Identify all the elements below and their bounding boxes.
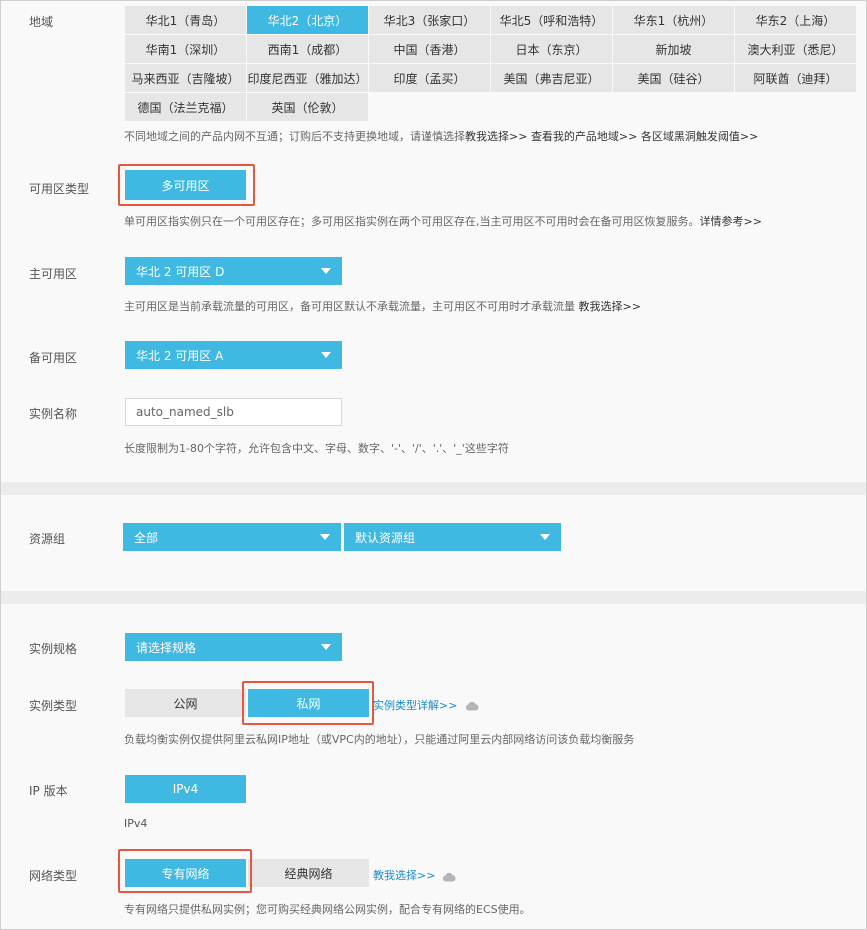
primary-zone-value: 华北 2 可用区 D	[136, 264, 225, 279]
primary-zone-hint-text: 主可用区是当前承载流量的可用区，备可用区默认不承载流量，主可用区不可用时才承载流…	[124, 300, 575, 313]
primary-zone-hint: 主可用区是当前承载流量的可用区，备可用区默认不承载流量，主可用区不可用时才承载流…	[124, 298, 641, 314]
resource-group-select-default-value: 默认资源组	[355, 530, 416, 545]
region-option[interactable]: 德国（法兰克福）	[125, 93, 246, 121]
multi-zone-button[interactable]: 多可用区	[125, 170, 246, 200]
instance-type-label: 实例类型	[29, 699, 78, 713]
cloud-icon	[465, 701, 479, 711]
zone-detail-link[interactable]: 详情参考>>	[700, 215, 762, 228]
instance-type-private-button[interactable]: 私网	[248, 689, 369, 717]
basic-config-section: 地域 华北1（青岛） 华北2（北京） 华北3（张家口） 华北5（呼和浩特） 华东1（杭州…	[1, 1, 866, 482]
resource-group-label: 资源组	[29, 532, 66, 546]
primary-zone-select[interactable]: 华北 2 可用区 D	[125, 257, 342, 285]
instance-spec-label: 实例规格	[29, 642, 78, 656]
backup-zone-label: 备可用区	[29, 351, 78, 365]
region-option[interactable]: 美国（硅谷）	[613, 64, 734, 92]
instance-name-hint: 长度限制为1-80个字符，允许包含中文、字母、数字、'-'、'/'、'.'、'_…	[124, 442, 509, 455]
region-option[interactable]: 华北3（张家口）	[369, 6, 490, 34]
ipv4-button[interactable]: IPv4	[125, 775, 246, 803]
network-type-label: 网络类型	[29, 869, 78, 883]
chevron-down-icon	[321, 352, 331, 358]
blackhole-threshold-link[interactable]: 各区域黑洞触发阈值>>	[641, 130, 758, 143]
zone-type-hint: 单可用区指实例只在一个可用区存在；多可用区指实例在两个可用区存在,当主可用区不可…	[124, 213, 762, 229]
primary-zone-label: 主可用区	[29, 267, 78, 281]
zone-type-label: 可用区类型	[29, 182, 90, 196]
instance-type-public-button[interactable]: 公网	[125, 689, 246, 717]
resource-group-select-default[interactable]: 默认资源组	[344, 523, 561, 551]
chevron-down-icon	[321, 268, 331, 274]
resource-group-section: 资源组 全部 默认资源组	[1, 495, 866, 591]
region-option[interactable]: 华北1（青岛）	[125, 6, 246, 34]
region-label: 地域	[29, 15, 54, 29]
network-teach-link[interactable]: 教我选择>>	[373, 867, 435, 883]
region-option[interactable]: 印度尼西亚（雅加达）	[247, 64, 368, 92]
region-hint-text: 不同地域之间的产品内网不互通；订购后不支持更换地域，请谨慎选择	[124, 130, 465, 143]
chevron-down-icon	[540, 534, 550, 540]
instance-spec-select[interactable]: 请选择规格	[125, 633, 342, 661]
resource-group-select-all[interactable]: 全部	[123, 523, 341, 551]
cloud-icon	[442, 872, 456, 882]
region-option[interactable]: 日本（东京）	[491, 35, 612, 63]
region-option[interactable]: 华南1（深圳）	[125, 35, 246, 63]
ip-version-label: IP 版本	[29, 784, 68, 798]
backup-zone-value: 华北 2 可用区 A	[136, 348, 224, 363]
region-option[interactable]: 澳大利亚（悉尼）	[735, 35, 856, 63]
instance-config-section: 实例规格 请选择规格 实例类型 公网 私网 实例类型详解>> 负载均衡实例仅提供…	[1, 604, 866, 929]
chevron-down-icon	[320, 534, 330, 540]
region-option[interactable]: 华北5（呼和浩特）	[491, 6, 612, 34]
region-option[interactable]: 马来西亚（吉隆坡）	[125, 64, 246, 92]
region-option[interactable]: 华东2（上海）	[735, 6, 856, 34]
region-option[interactable]: 新加坡	[613, 35, 734, 63]
ip-version-value: IPv4	[124, 817, 148, 830]
instance-name-label: 实例名称	[29, 407, 78, 421]
region-teach-link[interactable]: 教我选择>>	[465, 130, 527, 143]
region-option[interactable]: 美国（弗吉尼亚）	[491, 64, 612, 92]
region-option[interactable]: 印度（孟买）	[369, 64, 490, 92]
instance-type-hint: 负载均衡实例仅提供阿里云私网IP地址（或VPC内的地址），只能通过阿里云内部网络…	[124, 733, 635, 746]
instance-type-detail-link[interactable]: 实例类型详解>>	[373, 697, 457, 713]
network-vpc-button[interactable]: 专有网络	[125, 859, 246, 887]
network-classic-button[interactable]: 经典网络	[248, 859, 369, 887]
region-option[interactable]: 西南1（成都）	[247, 35, 368, 63]
region-hint: 不同地域之间的产品内网不互通；订购后不支持更换地域，请谨慎选择教我选择>> 查看…	[124, 128, 758, 144]
instance-spec-value: 请选择规格	[136, 640, 197, 655]
region-option[interactable]: 中国（香港）	[369, 35, 490, 63]
region-option[interactable]: 阿联酋（迪拜）	[735, 64, 856, 92]
chevron-down-icon	[321, 644, 331, 650]
my-regions-link[interactable]: 查看我的产品地域>>	[531, 130, 637, 143]
region-option[interactable]: 华北2（北京）	[247, 6, 368, 34]
region-selector: 华北1（青岛） 华北2（北京） 华北3（张家口） 华北5（呼和浩特） 华东1（杭州） 华东…	[125, 6, 857, 121]
zone-type-hint-text: 单可用区指实例只在一个可用区存在；多可用区指实例在两个可用区存在,当主可用区不可…	[124, 215, 700, 228]
region-option[interactable]: 英国（伦敦）	[247, 93, 368, 121]
network-type-hint: 专有网络只提供私网实例；您可购买经典网络公网实例，配合专有网络的ECS使用。	[124, 903, 531, 916]
instance-name-input[interactable]: auto_named_slb	[125, 398, 342, 426]
backup-zone-select[interactable]: 华北 2 可用区 A	[125, 341, 342, 369]
resource-group-select-all-value: 全部	[134, 530, 159, 545]
primary-zone-teach-link[interactable]: 教我选择>>	[579, 300, 641, 313]
region-option[interactable]: 华东1（杭州）	[613, 6, 734, 34]
